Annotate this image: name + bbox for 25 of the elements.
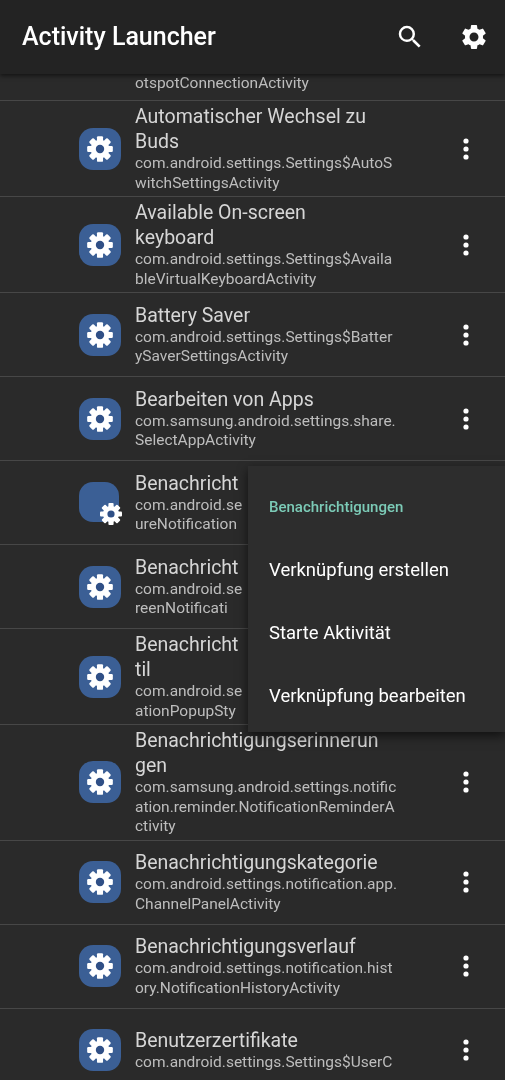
package-name: otspotConnectionActivity bbox=[135, 74, 309, 93]
package-name: com.android.settings.notification.hist ory.NotificationHistoryActivity bbox=[135, 959, 393, 998]
package-name: com.android.settings.notification.app. ChannelPanelActivity bbox=[135, 875, 397, 914]
package-name: com.android.se ationPopupSty bbox=[135, 682, 243, 721]
menu-header: Benachrichtigungen bbox=[269, 497, 404, 519]
activity-title: Available On-screen keyboard bbox=[135, 200, 306, 250]
activity-title: Benutzerzertifikate bbox=[135, 1027, 298, 1053]
package-name: com.android.se reenNotificati bbox=[135, 579, 243, 619]
activity-title: Automatischer Wechsel zu Buds bbox=[135, 104, 366, 154]
app-title: Activity Launcher bbox=[22, 21, 217, 54]
activity-title: Benachrichtigungserinnerun gen bbox=[135, 728, 379, 778]
activity-title: Benachricht bbox=[135, 470, 239, 496]
activity-title: Bearbeiten von Apps bbox=[135, 386, 314, 412]
package-name: com.android.se ureNotification bbox=[135, 495, 243, 535]
package-name: com.samsung.android.settings.notific ation.reminder.NotificationReminderA ctivity bbox=[135, 778, 397, 837]
activity-title: Benachrichtigungskategorie bbox=[135, 850, 378, 875]
activity-title: Benachricht til bbox=[135, 632, 239, 682]
package-name: com.android.settings.Settings$Availa bleVirtualKeyboardActivity bbox=[135, 250, 393, 289]
package-name: com.android.settings.Settings$Batter ySaverSettingsActivity bbox=[135, 327, 393, 367]
package-name: com.android.settings.Settings$AutoS witchSettingsActivity bbox=[135, 154, 393, 193]
activity-title: Battery Saver bbox=[135, 302, 250, 328]
package-name: com.android.settings.Settings$UserC bbox=[135, 1052, 393, 1073]
activity-title: Benachricht bbox=[135, 554, 239, 580]
package-name: com.samsung.android.settings.share. SelectAppActivity bbox=[135, 411, 396, 451]
activity-title: Benachrichtigungsverlauf bbox=[135, 934, 356, 959]
